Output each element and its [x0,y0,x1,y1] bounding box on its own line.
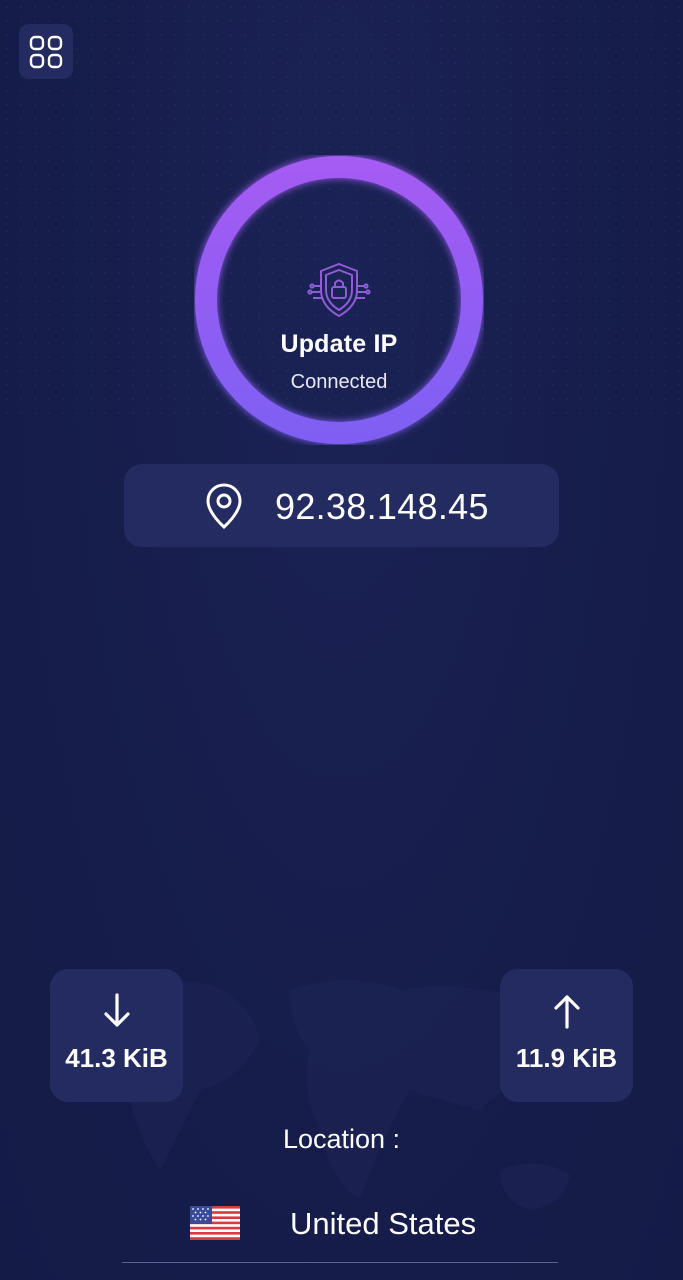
location-pin-icon [206,483,242,529]
download-card: 41.3 KiB [50,969,183,1102]
shield-lock-icon [307,262,371,318]
download-value: 41.3 KiB [65,1043,168,1073]
country-selector[interactable]: United States [122,1193,558,1263]
location-label: Location : [282,1124,401,1154]
upload-value: 11.9 KiB [515,1043,618,1073]
vpn-home-screen: Update IP Connected 92.38.148.45 41.3 Ki… [0,0,683,1280]
arrow-down-icon [103,993,130,1027]
status-title: Update IP [280,330,398,358]
country-name: United States [290,1206,477,1241]
connection-status: Connected [290,371,388,393]
ip-address-card: 92.38.148.45 [124,464,559,547]
connect-button[interactable]: Update IP Connected [194,155,484,445]
grid-icon [29,35,63,68]
menu-button[interactable] [19,24,73,79]
us-flag-icon [190,1206,240,1240]
ip-address: 92.38.148.45 [275,486,489,527]
upload-card: 11.9 KiB [500,969,633,1102]
arrow-up-icon [553,995,580,1029]
